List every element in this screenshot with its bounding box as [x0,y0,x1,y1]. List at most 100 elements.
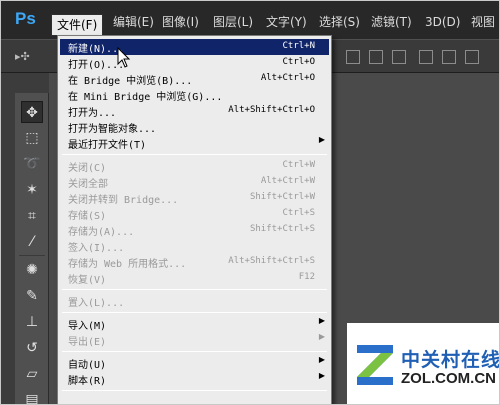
menu-item-save-as[interactable]: 存储为(A)... Shift+Ctrl+S [60,222,329,238]
menu-item-label: 关闭全部 [68,179,108,190]
align-left-icon[interactable] [419,50,433,64]
menu-item-label: 存储(S) [68,211,107,222]
menu-item-label: 恢复(V) [68,275,107,286]
photoshop-window: Ps 文件(F) 编辑(E) 图像(I) 图层(L) 文字(Y) 选择(S) 滤… [0,0,500,405]
menu-item-label: 在 Mini Bridge 中浏览(G)... [68,92,223,103]
align-right-icon[interactable] [465,50,479,64]
eraser-tool-icon[interactable]: ▱ [21,363,43,385]
zol-watermark: 中关村在线 ZOL.COM.CN [347,323,500,404]
menu-layer[interactable]: 图层(L) [213,11,253,33]
align-hcenter-icon[interactable] [442,50,456,64]
align-top-icon[interactable] [346,50,360,64]
menu-edit[interactable]: 编辑(E) [113,11,154,33]
menu-item-close[interactable]: 关闭(C) Ctrl+W [60,158,329,174]
menu-filter[interactable]: 滤镜(T) [371,11,412,33]
menu-item-shortcut: Alt+Ctrl+O [260,73,315,83]
menu-separator [62,154,327,155]
history-brush-tool-icon[interactable]: ↺ [21,337,43,359]
menu-item-automate[interactable]: 自动(U) ▶ [60,355,329,371]
submenu-arrow-icon: ▶ [318,371,325,380]
zol-logo-icon [357,345,393,385]
menu-item-import[interactable]: 导入(M) ▶ [60,316,329,332]
menu-file[interactable]: 文件(F) [51,14,104,36]
move-tool-preset-icon[interactable]: ▸✣ [15,50,30,63]
toolbar-divider [19,255,45,256]
menu-item-label: 在 Bridge 中浏览(B)... [68,76,193,87]
gradient-tool-icon[interactable]: ▤ [21,389,43,404]
move-tool-icon[interactable]: ✥ [21,101,43,123]
menu-item-label: 关闭并转到 Bridge... [68,195,179,206]
align-vcenter-icon[interactable] [369,50,383,64]
menu-item-shortcut: Ctrl+N [282,41,315,51]
menu-separator [62,289,327,290]
menu-item-browse-bridge[interactable]: 在 Bridge 中浏览(B)... Alt+Ctrl+O [60,71,329,87]
menu-item-shortcut: F12 [298,272,315,282]
menu-item-shortcut: Alt+Ctrl+W [260,176,315,186]
menu-item-label: 导入(M) [68,321,107,332]
menu-item-close-all[interactable]: 关闭全部 Alt+Ctrl+W [60,174,329,190]
menu-item-label: 打开为智能对象... [68,124,157,135]
menu-item-label: 脚本(R) [68,376,107,387]
menu-item-label: 导出(E) [68,337,107,348]
app-logo: Ps [15,9,36,28]
menu-separator [62,312,327,313]
menu-item-revert[interactable]: 恢复(V) F12 [60,270,329,286]
menu-item-label: 最近打开文件(T) [68,140,147,151]
menu-separator [62,351,327,352]
menu-item-save-for-web[interactable]: 存储为 Web 所用格式... Alt+Shift+Ctrl+S [60,254,329,270]
mouse-cursor-icon [117,47,131,68]
menu-separator [62,390,327,391]
menu-item-open-as[interactable]: 打开为... Alt+Shift+Ctrl+O [60,103,329,119]
menu-item-open-smart-object[interactable]: 打开为智能对象... [60,119,329,135]
menu-item-export[interactable]: 导出(E) ▶ [60,332,329,348]
menu-item-shortcut: Shift+Ctrl+W [249,192,315,202]
menu-type[interactable]: 文字(Y) [266,11,307,33]
menu-item-scripts[interactable]: 脚本(R) ▶ [60,371,329,387]
menu-item-place[interactable]: 置入(L)... [60,293,329,309]
tools-panel: ✥ ⬚ ➰ ✶ ⌗ ⁄ ✺ ✎ ⊥ ↺ ▱ ▤ [15,93,49,404]
clone-stamp-tool-icon[interactable]: ⊥ [21,311,43,333]
menu-item-shortcut: Alt+Shift+Ctrl+O [228,105,315,115]
menu-item-save[interactable]: 存储(S) Ctrl+S [60,206,329,222]
menu-image[interactable]: 图像(I) [162,11,199,33]
menu-item-label: 关闭(C) [68,163,107,174]
file-menu-dropdown: 新建(N)... Ctrl+N 打开(O)... Ctrl+O 在 Bridge… [57,35,332,404]
menu-item-label: 存储为(A)... [68,227,135,238]
menubar: Ps 文件(F) 编辑(E) 图像(I) 图层(L) 文字(Y) 选择(S) 滤… [1,1,499,39]
menu-item-check-in[interactable]: 签入(I)... [60,238,329,254]
menu-item-label: 置入(L)... [68,298,125,309]
menu-select[interactable]: 选择(S) [319,11,360,33]
menu-3d[interactable]: 3D(D) [425,11,460,33]
menu-item-browse-mini-bridge[interactable]: 在 Mini Bridge 中浏览(G)... [60,87,329,103]
menu-item-shortcut: Ctrl+S [282,208,315,218]
submenu-arrow-icon: ▶ [318,355,325,364]
magic-wand-tool-icon[interactable]: ✶ [21,179,43,201]
menu-item-label: 签入(I)... [68,243,125,254]
menu-item-label: 打开为... [68,108,117,119]
menu-item-shortcut: Ctrl+W [282,160,315,170]
submenu-arrow-icon: ▶ [318,135,325,144]
lasso-tool-icon[interactable]: ➰ [21,153,43,175]
menu-item-new[interactable]: 新建(N)... Ctrl+N [60,39,329,55]
healing-brush-tool-icon[interactable]: ✺ [21,259,43,281]
menu-item-label: 自动(U) [68,360,107,371]
watermark-cn-text: 中关村在线 [401,349,500,371]
brush-tool-icon[interactable]: ✎ [21,285,43,307]
marquee-tool-icon[interactable]: ⬚ [21,127,43,149]
align-bottom-icon[interactable] [392,50,406,64]
eyedropper-tool-icon[interactable]: ⁄ [21,231,43,253]
submenu-arrow-icon: ▶ [318,332,325,341]
crop-tool-icon[interactable]: ⌗ [21,205,43,227]
menu-view[interactable]: 视图 [471,11,495,33]
menu-item-open[interactable]: 打开(O)... Ctrl+O [60,55,329,71]
submenu-arrow-icon: ▶ [318,316,325,325]
menu-item-shortcut: Shift+Ctrl+S [249,224,315,234]
menu-item-shortcut: Alt+Shift+Ctrl+S [228,256,315,266]
menu-item-shortcut: Ctrl+O [282,57,315,67]
menu-item-label: 新建(N)... [68,44,125,55]
menu-item-label: 存储为 Web 所用格式... [68,259,187,270]
menu-item-close-go-bridge[interactable]: 关闭并转到 Bridge... Shift+Ctrl+W [60,190,329,206]
menu-item-recent-files[interactable]: 最近打开文件(T) ▶ [60,135,329,151]
watermark-en-text: ZOL.COM.CN [401,370,496,387]
menu-item-label: 打开(O)... [68,60,125,71]
